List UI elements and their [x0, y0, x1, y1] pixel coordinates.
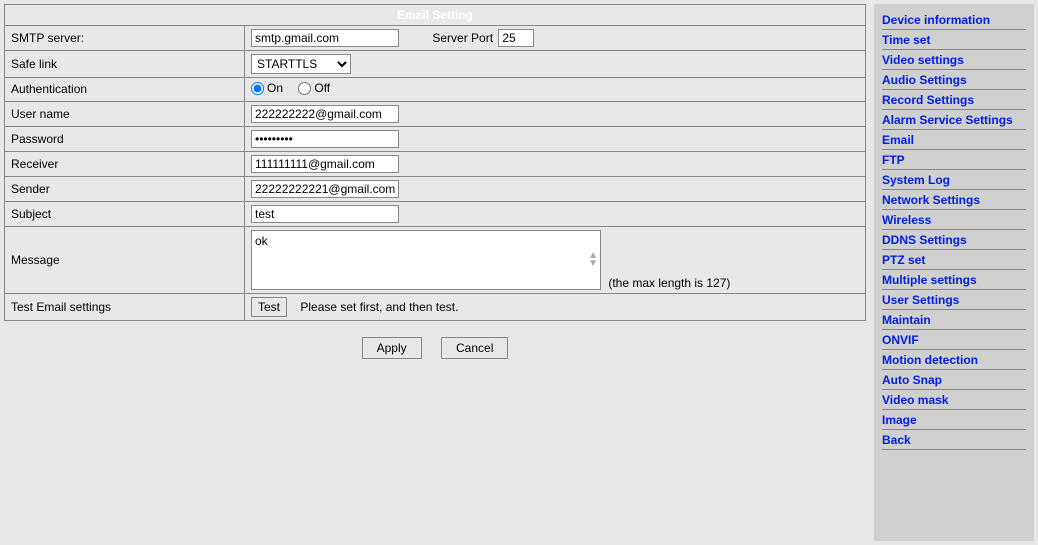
auth-on-option[interactable]: On — [251, 81, 283, 95]
server-port-input[interactable] — [498, 29, 534, 47]
auth-off-option[interactable]: Off — [298, 81, 330, 95]
auth-off-radio[interactable] — [298, 82, 311, 95]
sidebar-item-auto-snap[interactable]: Auto Snap — [882, 370, 1026, 390]
receiver-label: Receiver — [5, 151, 245, 176]
password-input[interactable] — [251, 130, 399, 148]
sidebar-item-ptz-set[interactable]: PTZ set — [882, 250, 1026, 270]
safe-link-cell: STARTTLS — [245, 51, 866, 78]
sidebar-item-alarm-service-settings[interactable]: Alarm Service Settings — [882, 110, 1026, 130]
smtp-input[interactable] — [251, 29, 399, 47]
test-cell: Test Please set first, and then test. — [245, 293, 866, 320]
smtp-label: SMTP server: — [5, 26, 245, 51]
sidebar-item-ftp[interactable]: FTP — [882, 150, 1026, 170]
test-hint: Please set first, and then test. — [300, 300, 458, 314]
auth-label: Authentication — [5, 78, 245, 102]
password-label: Password — [5, 126, 245, 151]
sidebar-item-ddns-settings[interactable]: DDNS Settings — [882, 230, 1026, 250]
sender-input[interactable] — [251, 180, 399, 198]
test-button[interactable]: Test — [251, 297, 287, 317]
safe-link-label: Safe link — [5, 51, 245, 78]
sidebar-item-video-settings[interactable]: Video settings — [882, 50, 1026, 70]
sidebar-item-multiple-settings[interactable]: Multiple settings — [882, 270, 1026, 290]
message-hint: (the max length is 127) — [608, 276, 730, 290]
sender-label: Sender — [5, 176, 245, 201]
safe-link-select[interactable]: STARTTLS — [251, 54, 351, 74]
apply-button[interactable]: Apply — [362, 337, 422, 359]
subject-input[interactable] — [251, 205, 399, 223]
sidebar-item-back[interactable]: Back — [882, 430, 1026, 450]
sidebar-item-network-settings[interactable]: Network Settings — [882, 190, 1026, 210]
button-row: Apply Cancel — [4, 337, 866, 359]
sidebar-item-wireless[interactable]: Wireless — [882, 210, 1026, 230]
sidebar-item-audio-settings[interactable]: Audio Settings — [882, 70, 1026, 90]
sidebar-item-image[interactable]: Image — [882, 410, 1026, 430]
sidebar-item-video-mask[interactable]: Video mask — [882, 390, 1026, 410]
test-label: Test Email settings — [5, 293, 245, 320]
message-cell: ok ▲▼ (the max length is 127) — [245, 226, 866, 293]
auth-on-radio[interactable] — [251, 82, 264, 95]
form-title: Email Setting — [5, 5, 866, 26]
sidebar-item-device-information[interactable]: Device information — [882, 10, 1026, 30]
smtp-cell: Server Port — [245, 26, 866, 51]
server-port-label: Server Port — [432, 31, 493, 45]
email-settings-table: Email Setting SMTP server: Server Port S… — [4, 4, 866, 321]
main-form-area: Email Setting SMTP server: Server Port S… — [4, 4, 866, 359]
message-textarea[interactable]: ok — [251, 230, 601, 290]
sidebar: Device information Time set Video settin… — [874, 4, 1034, 541]
sidebar-item-user-settings[interactable]: User Settings — [882, 290, 1026, 310]
sidebar-item-onvif[interactable]: ONVIF — [882, 330, 1026, 350]
message-label: Message — [5, 226, 245, 293]
sidebar-item-time-set[interactable]: Time set — [882, 30, 1026, 50]
username-label: User name — [5, 101, 245, 126]
sidebar-item-record-settings[interactable]: Record Settings — [882, 90, 1026, 110]
receiver-input[interactable] — [251, 155, 399, 173]
cancel-button[interactable]: Cancel — [441, 337, 508, 359]
sidebar-item-system-log[interactable]: System Log — [882, 170, 1026, 190]
subject-label: Subject — [5, 201, 245, 226]
username-input[interactable] — [251, 105, 399, 123]
sidebar-item-maintain[interactable]: Maintain — [882, 310, 1026, 330]
auth-cell: On Off — [245, 78, 866, 102]
sidebar-item-motion-detection[interactable]: Motion detection — [882, 350, 1026, 370]
sidebar-item-email[interactable]: Email — [882, 130, 1026, 150]
